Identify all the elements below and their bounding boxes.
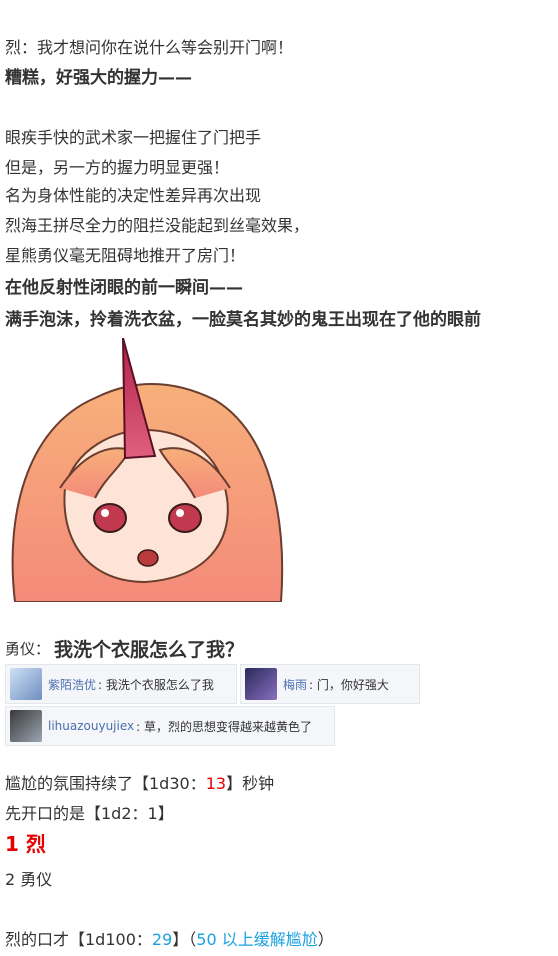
comment-text: : 门，你好强大 [309, 677, 389, 692]
comment-card[interactable]: lihuazouyujiex : 草，烈的思想变得越来越黄色了 [5, 706, 335, 746]
avatar[interactable] [245, 668, 277, 700]
narration-line: 星熊勇仪毫无阻碍地推开了房门！ [5, 246, 246, 265]
roll-suffix: 】（ [172, 930, 197, 949]
comment-text: : 草，烈的思想变得越来越黄色了 [136, 719, 312, 734]
dialogue-speaker: 勇仪： [5, 639, 51, 658]
narration-line: 烈：我才想问你在说什么等会别开门啊！ [5, 38, 294, 57]
roll-suffix: 】秒钟 [226, 774, 275, 793]
dice-roll-line: 烈的口才【1d100：29】（50 以上缓解尴尬） [5, 930, 334, 950]
roll-prefix: 烈的口才【1d100： [5, 930, 152, 949]
narration-line: 烈海王拼尽全力的阻拦没能起到丝毫效果， [5, 216, 310, 235]
roll-note: 50 以上缓解尴尬 [196, 930, 318, 949]
narration-line: 名为身体性能的决定性差异再次出现 [5, 186, 262, 205]
option: 2 勇仪 [5, 870, 53, 889]
roll-value: 13 [205, 774, 227, 793]
dice-roll-line: 尴尬的氛围持续了【1d30：13】秒钟 [5, 774, 274, 794]
dice-roll-line: 先开口的是【1d2：1】 [5, 804, 174, 823]
narration-line-bold: 在他反射性闭眼的前一瞬间—— [5, 278, 243, 298]
roll-close: ） [317, 930, 334, 949]
roll-prefix: 尴尬的氛围持续了【1d30： [5, 774, 206, 793]
narration-line: 但是，另一方的握力明显更强！ [5, 158, 230, 177]
comment-card[interactable]: 梅雨 : 门，你好强大 [240, 664, 420, 704]
dialogue-line: 勇仪： 我洗个衣服怎么了我？ [5, 636, 245, 661]
avatar[interactable] [10, 668, 42, 700]
oni-girl-illustration [11, 338, 284, 602]
narration-line-bold: 满手泡沫，拎着洗衣盆，一脸莫名其妙的鬼王出现在了他的眼前 [5, 310, 481, 330]
comment-card[interactable]: 紫陌浩优 : 我洗个衣服怎么了我 [5, 664, 237, 704]
dialogue-text: 我洗个衣服怎么了我？ [54, 638, 245, 661]
comment-username[interactable]: 紫陌浩优 [48, 676, 96, 693]
comment-username[interactable]: 梅雨 [283, 676, 307, 693]
narration-line: 眼疾手快的武术家一把握住了门把手 [5, 128, 262, 147]
comment-username[interactable]: lihuazouyujiex [48, 719, 134, 733]
option-selected: 1 烈 [5, 832, 46, 856]
narration-line-bold: 糟糕，好强大的握力—— [5, 68, 192, 88]
roll-value: 29 [151, 930, 173, 949]
avatar[interactable] [10, 710, 42, 742]
comment-text: : 我洗个衣服怎么了我 [98, 677, 214, 692]
